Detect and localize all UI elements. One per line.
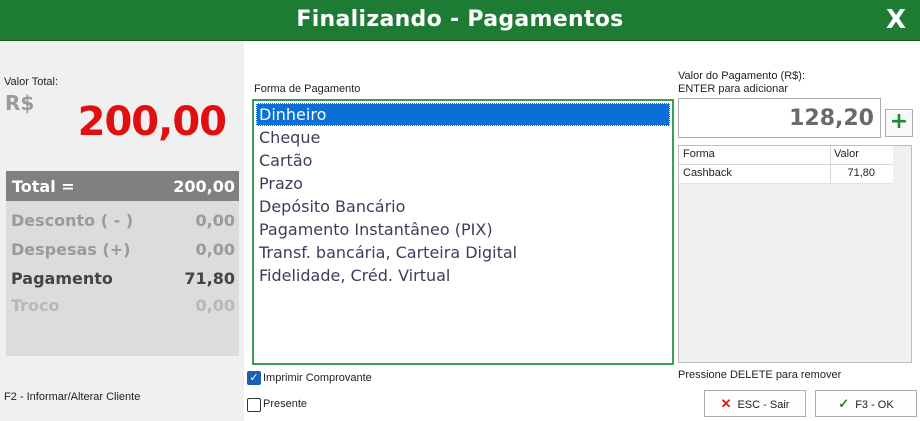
despesas-row: Despesas (+) 0,00 bbox=[6, 238, 239, 262]
forma-pagamento-label: Forma de Pagamento bbox=[254, 83, 361, 95]
desconto-value: 0,00 bbox=[195, 211, 235, 230]
valor-total-label: Valor Total: bbox=[4, 76, 59, 88]
summary-panel: Valor Total: R$ 200,00 Total = 200,00 De… bbox=[0, 41, 244, 421]
valor-pagamento-label: Valor do Pagamento (R$): ENTER para adic… bbox=[678, 70, 805, 96]
esc-exit-label: ESC - Sair bbox=[737, 399, 790, 411]
currency-symbol: R$ bbox=[5, 91, 35, 115]
list-item[interactable]: Pagamento Instantâneo (PIX) bbox=[256, 218, 670, 241]
list-item[interactable]: Depósito Bancário bbox=[256, 195, 670, 218]
close-icon: ✕ bbox=[720, 396, 732, 411]
row-valor: 71,80 bbox=[847, 167, 875, 179]
list-item[interactable]: Cartão bbox=[256, 149, 670, 172]
pagamento-label: Pagamento bbox=[11, 269, 113, 288]
f3-ok-button[interactable]: ✓ F3 - OK bbox=[815, 390, 917, 417]
column-header-forma: Forma bbox=[683, 148, 715, 160]
troco-label: Troco bbox=[11, 296, 60, 315]
column-divider bbox=[830, 165, 831, 183]
total-value: 200,00 bbox=[173, 177, 235, 196]
desconto-row: Desconto ( - ) 0,00 bbox=[6, 209, 239, 233]
list-item[interactable]: Transf. bancária, Carteira Digital bbox=[256, 241, 670, 264]
close-button[interactable]: X bbox=[880, 3, 912, 37]
list-item[interactable]: Prazo bbox=[256, 172, 670, 195]
column-header-valor: Valor bbox=[834, 148, 859, 160]
imprimir-checkbox[interactable]: ✓ bbox=[247, 371, 261, 385]
row-forma: Cashback bbox=[683, 167, 732, 179]
forma-pagamento-list[interactable]: Dinheiro Cheque Cartão Prazo Depósito Ba… bbox=[252, 99, 674, 365]
despesas-value: 0,00 bbox=[195, 240, 235, 259]
table-row[interactable]: Cashback 71,80 bbox=[679, 165, 893, 184]
total-label: Total = bbox=[12, 177, 75, 196]
valor-total-amount: 200,00 bbox=[77, 99, 227, 145]
table-header: Forma Valor bbox=[679, 146, 893, 165]
valor-pagamento-label-line1: Valor do Pagamento (R$): bbox=[678, 70, 805, 82]
check-icon: ✓ bbox=[838, 396, 850, 411]
totals-box: Total = 200,00 Desconto ( - ) 0,00 Despe… bbox=[6, 171, 239, 356]
f3-ok-label: F3 - OK bbox=[855, 399, 894, 411]
troco-value: 0,00 bbox=[195, 296, 235, 315]
esc-exit-button[interactable]: ✕ ESC - Sair bbox=[704, 390, 806, 417]
total-row: Total = 200,00 bbox=[6, 171, 239, 201]
list-item[interactable]: Fidelidade, Créd. Virtual bbox=[256, 264, 670, 287]
column-divider bbox=[830, 146, 831, 164]
pagamento-row: Pagamento 71,80 bbox=[6, 267, 239, 291]
presente-checkbox[interactable] bbox=[247, 398, 261, 412]
troco-row: Troco 0,00 bbox=[6, 294, 239, 318]
window-title: Finalizando - Pagamentos bbox=[296, 7, 624, 32]
list-item[interactable]: Cheque bbox=[256, 126, 670, 149]
title-bar: Finalizando - Pagamentos X bbox=[0, 0, 920, 41]
valor-pagamento-input[interactable]: 128,20 bbox=[678, 98, 881, 138]
presente-label: Presente bbox=[263, 398, 308, 410]
pagamento-value: 71,80 bbox=[184, 269, 235, 288]
imprimir-label: Imprimir Comprovante bbox=[263, 372, 372, 384]
list-item[interactable]: Dinheiro bbox=[256, 103, 670, 126]
payments-table[interactable]: Forma Valor Cashback 71,80 bbox=[678, 145, 912, 363]
f2-hint: F2 - Informar/Alterar Cliente bbox=[4, 391, 141, 403]
add-payment-button[interactable]: + bbox=[885, 109, 913, 137]
check-icon: ✓ bbox=[249, 371, 259, 384]
delete-hint: Pressione DELETE para remover bbox=[678, 369, 842, 381]
plus-icon: + bbox=[889, 109, 909, 134]
desconto-label: Desconto ( - ) bbox=[11, 211, 134, 230]
despesas-label: Despesas (+) bbox=[11, 240, 131, 259]
valor-pagamento-label-line2: ENTER para adicionar bbox=[678, 83, 789, 95]
